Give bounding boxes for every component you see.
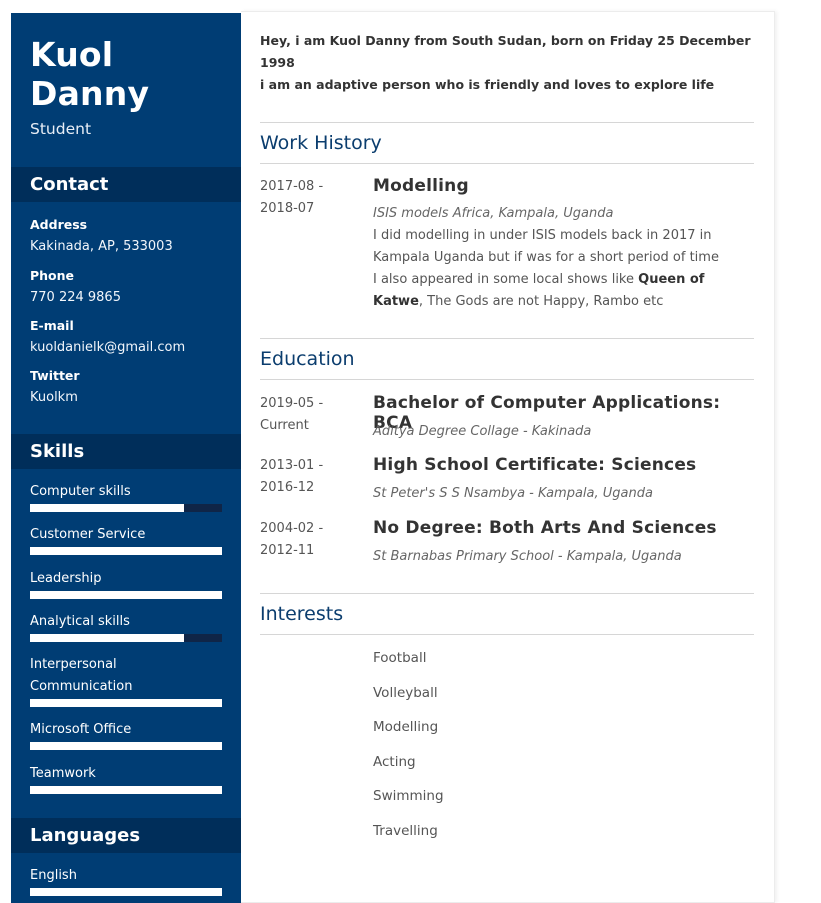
degree-title: No Degree: Both Arts And Sciences bbox=[373, 518, 717, 538]
phone-value: 770 224 9865 bbox=[30, 290, 121, 305]
school-name: Aditya Degree Collage - Kakinada bbox=[373, 424, 592, 439]
skill-item: Teamwork bbox=[30, 763, 222, 794]
school-name: St Barnabas Primary School - Kampala, Ug… bbox=[373, 549, 682, 564]
candidate-name: Kuol Danny bbox=[30, 35, 149, 113]
edu-date: 2013-01 - 2016-12 bbox=[260, 455, 360, 499]
education-section: Education 2019-05 - Current Bachelor of … bbox=[260, 338, 754, 593]
skill-bar-fill bbox=[30, 742, 222, 750]
skill-bar-fill bbox=[30, 786, 222, 794]
skill-name: Analytical skills bbox=[30, 614, 130, 629]
skill-bar bbox=[30, 504, 222, 512]
skill-item: Computer skills bbox=[30, 481, 222, 512]
skill-item: Interpersonal Communication bbox=[30, 654, 222, 707]
interest-item: Volleyball bbox=[373, 685, 438, 701]
work-date: 2017-08 - 2018-07 bbox=[260, 176, 360, 220]
skill-bar-fill bbox=[30, 634, 184, 642]
work-history-section: Work History 2017-08 - 2018-07 Modelling… bbox=[260, 122, 754, 337]
degree-title: High School Certificate: Sciences bbox=[373, 455, 697, 475]
language-bar-fill bbox=[30, 888, 222, 896]
work-history-title: Work History bbox=[260, 122, 754, 164]
languages-heading: Languages bbox=[11, 818, 241, 853]
skill-bar-fill bbox=[30, 699, 222, 707]
interest-item: Acting bbox=[373, 754, 416, 770]
email-value: kuoldanielk@gmail.com bbox=[30, 340, 186, 355]
skill-bar-fill bbox=[30, 504, 184, 512]
interests-title: Interests bbox=[260, 593, 754, 635]
date-start: 2004-02 - bbox=[260, 521, 324, 536]
skill-name: Teamwork bbox=[30, 766, 96, 781]
intro-line: i am an adaptive person who is friendly … bbox=[260, 77, 715, 92]
skill-bar-fill bbox=[30, 547, 222, 555]
interest-item: Football bbox=[373, 650, 427, 666]
skill-name: Leadership bbox=[30, 571, 102, 586]
date-end: 2016-12 bbox=[260, 480, 315, 495]
date-end: Current bbox=[260, 418, 309, 433]
phone-label: Phone bbox=[30, 268, 75, 283]
contact-heading: Contact bbox=[11, 167, 241, 202]
interest-item: Travelling bbox=[373, 823, 438, 839]
twitter-label: Twitter bbox=[30, 368, 80, 383]
interest-item: Modelling bbox=[373, 719, 439, 735]
candidate-role: Student bbox=[30, 120, 92, 138]
skill-item: Customer Service bbox=[30, 524, 222, 555]
work-company: ISIS models Africa, Kampala, Uganda bbox=[373, 206, 614, 221]
skills-heading: Skills bbox=[11, 434, 241, 469]
work-desc-line: I also appeared in some local shows like… bbox=[373, 272, 705, 309]
skill-bar bbox=[30, 547, 222, 555]
skill-bar bbox=[30, 591, 222, 599]
education-title: Education bbox=[260, 338, 754, 380]
language-item: English bbox=[30, 865, 222, 896]
email-label: E-mail bbox=[30, 318, 74, 333]
skill-name: Customer Service bbox=[30, 527, 146, 542]
edu-date: 2004-02 - 2012-11 bbox=[260, 518, 360, 562]
edu-date: 2019-05 - Current bbox=[260, 393, 360, 437]
skill-name: Computer skills bbox=[30, 484, 131, 499]
intro: Hey, i am Kuol Danny from South Sudan, b… bbox=[260, 30, 755, 96]
sidebar: Kuol Danny Student Contact Address Kakin… bbox=[11, 13, 241, 903]
date-end: 2012-11 bbox=[260, 543, 315, 558]
school-name: St Peter's S S Nsambya - Kampala, Uganda bbox=[373, 486, 653, 501]
date-end: 2018-07 bbox=[260, 201, 315, 216]
work-desc-line: I did modelling in under ISIS models bac… bbox=[373, 228, 719, 265]
work-title: Modelling bbox=[373, 176, 469, 196]
date-start: 2017-08 - bbox=[260, 179, 324, 194]
date-start: 2013-01 - bbox=[260, 458, 324, 473]
skill-bar bbox=[30, 786, 222, 794]
address-value: Kakinada, AP, 533003 bbox=[30, 239, 173, 254]
skill-name: Microsoft Office bbox=[30, 722, 132, 737]
language-bar bbox=[30, 888, 222, 896]
skill-bar bbox=[30, 742, 222, 750]
date-start: 2019-05 - bbox=[260, 396, 324, 411]
work-description: I did modelling in under ISIS models bac… bbox=[373, 225, 753, 313]
skill-item: Leadership bbox=[30, 568, 222, 599]
language-name: English bbox=[30, 868, 77, 883]
skill-bar bbox=[30, 634, 222, 642]
interest-item: Swimming bbox=[373, 788, 444, 804]
first-name: Kuol bbox=[30, 35, 114, 74]
skill-name: Interpersonal Communication bbox=[30, 657, 133, 694]
last-name: Danny bbox=[30, 74, 150, 113]
interests-section: Interests Football Volleyball Modelling … bbox=[260, 593, 754, 853]
skill-item: Microsoft Office bbox=[30, 719, 222, 750]
skill-bar bbox=[30, 699, 222, 707]
skill-item: Analytical skills bbox=[30, 611, 222, 642]
twitter-value: Kuolkm bbox=[30, 390, 78, 405]
skill-bar-fill bbox=[30, 591, 222, 599]
address-label: Address bbox=[30, 217, 88, 232]
intro-line: Hey, i am Kuol Danny from South Sudan, b… bbox=[260, 33, 751, 70]
